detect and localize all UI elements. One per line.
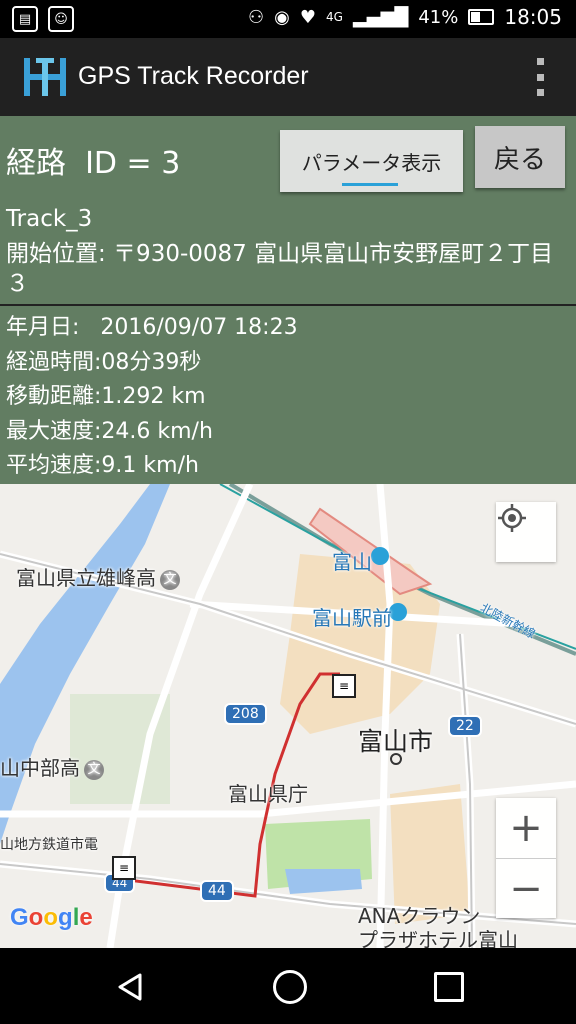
status-bar: ▤ ☺ ⚇ ◉ ♥ 4G ▂▄▆█ 41% 18:05: [0, 0, 576, 38]
divider: [0, 304, 576, 306]
location-icon: ◉: [274, 6, 290, 28]
nav-recent-apps-icon[interactable]: [434, 972, 464, 1002]
app-title: GPS Track Recorder: [78, 62, 309, 90]
crosshair-icon: [498, 504, 526, 532]
button-focus-underline: [342, 183, 398, 186]
map-label-chubu-high: 山中部高文: [0, 752, 104, 781]
app-bar: GPS Track Recorder: [0, 38, 576, 116]
map-label-yuho-high-text: 富山県立雄峰高: [16, 566, 156, 590]
signal-icon: ▂▄▆█: [352, 6, 409, 28]
stat-date: 年月日: 2016/09/07 18:23: [6, 315, 298, 340]
road-shield-208: 208: [224, 703, 267, 725]
map-view[interactable]: 富山 富山駅前 富山県立雄峰高文 山中部高文 富山市 富山県庁 山地方鉄道市電 …: [0, 484, 576, 948]
track-end-marker-icon[interactable]: ≡: [332, 674, 356, 698]
map-label-yuho-high: 富山県立雄峰高文: [16, 562, 180, 591]
track-name: Track_3: [6, 206, 93, 232]
zoom-controls: + −: [496, 798, 556, 918]
map-label-toyama-city: 富山市: [358, 727, 434, 756]
start-position: 開始位置: 〒930-0087 富山県富山市安野屋町２丁目３: [6, 241, 554, 297]
my-location-button[interactable]: [496, 502, 556, 562]
map-graphics: [0, 484, 576, 948]
gps-navigation-icon: ⚇: [248, 6, 265, 28]
battery-icon: [468, 9, 495, 25]
map-label-toyama-ekimae: 富山駅前: [312, 606, 392, 630]
battery-percent: 41%: [418, 6, 459, 28]
back-button[interactable]: 戻る: [475, 126, 565, 188]
clock: 18:05: [504, 5, 562, 29]
map-label-toyama-station: 富山: [332, 550, 372, 574]
show-parameters-label: パラメータ表示: [301, 152, 442, 175]
route-panel: 経路 ID = 3 パラメータ表示 戻る Track_3 開始位置: 〒930-…: [0, 116, 576, 484]
school-icon: 文: [160, 569, 180, 590]
map-label-chiho-tetsudo: 山地方鉄道市電: [0, 837, 98, 853]
heart-signal-icon: ♥: [299, 6, 317, 28]
map-label-ana-hotel-2: プラザホテル富山: [358, 928, 518, 948]
zoom-in-button[interactable]: +: [496, 798, 556, 858]
track-start-marker-icon[interactable]: ≡: [112, 856, 136, 880]
track-stats: 年月日: 2016/09/07 18:23 経過時間:08分39秒 移動距離:1…: [6, 311, 298, 484]
map-label-chubu-high-text: 山中部高: [0, 756, 80, 780]
stat-avg-speed: 平均速度:9.1 km/h: [6, 453, 199, 478]
road-shield-44-b: 44: [200, 880, 234, 902]
google-logo: Google: [10, 904, 93, 931]
overflow-menu-icon[interactable]: [534, 58, 546, 96]
stat-max-speed: 最大速度:24.6 km/h: [6, 418, 213, 444]
stat-elapsed: 経過時間:08分39秒: [6, 349, 202, 375]
stat-distance: 移動距離:1.292 km: [6, 384, 206, 409]
road-shield-22: 22: [448, 715, 482, 737]
show-parameters-button[interactable]: パラメータ表示: [280, 130, 463, 192]
map-label-pref-office: 富山県庁: [228, 782, 308, 806]
account-icon: ☺: [48, 6, 74, 32]
navigation-bar: [0, 948, 576, 1024]
back-label: 戻る: [493, 143, 546, 174]
app-logo-icon: [24, 58, 66, 96]
contact-card-icon: ▤: [12, 6, 38, 32]
zoom-out-button[interactable]: −: [496, 859, 556, 919]
route-title: 経路 ID = 3: [6, 146, 181, 181]
school-icon: 文: [84, 759, 104, 780]
nav-home-icon[interactable]: [273, 970, 307, 1004]
network-type: 4G: [326, 10, 343, 24]
nav-back-icon[interactable]: [116, 972, 144, 1002]
